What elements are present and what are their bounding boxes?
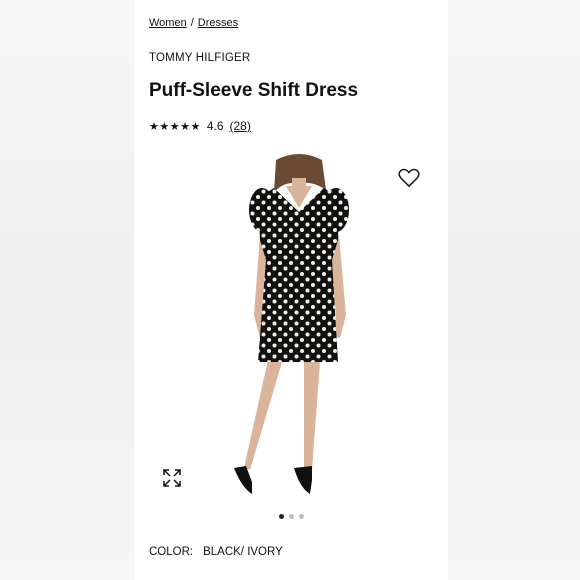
carousel-dot-1[interactable] (278, 514, 284, 519)
breadcrumb: Women / Dresses (149, 17, 238, 29)
expand-icon[interactable] (162, 468, 182, 488)
brand-name[interactable]: TOMMY HILFIGER (149, 52, 250, 64)
review-count-link[interactable]: (28) (230, 119, 251, 133)
left-background (0, 0, 134, 580)
heart-icon[interactable] (398, 168, 420, 188)
carousel-indicators (134, 514, 448, 519)
product-image (234, 154, 349, 494)
product-rating: ★★★★★ 4.6 (28) (149, 119, 251, 133)
color-value: BLACK/ IVORY (203, 546, 283, 558)
right-background (448, 0, 580, 580)
breadcrumb-link-women[interactable]: Women (149, 17, 187, 29)
carousel-dot-2[interactable] (288, 514, 294, 519)
star-rating-icon: ★★★★★ (149, 120, 201, 133)
product-page: Women / Dresses TOMMY HILFIGER Puff-Slee… (134, 0, 448, 580)
rating-value: 4.6 (206, 119, 224, 133)
product-image-carousel[interactable] (134, 150, 448, 510)
breadcrumb-separator: / (190, 17, 194, 29)
color-label: COLOR: (149, 546, 194, 558)
product-title: Puff-Sleeve Shift Dress (149, 80, 359, 101)
breadcrumb-link-dresses[interactable]: Dresses (198, 17, 238, 29)
carousel-dot-3[interactable] (298, 514, 304, 519)
color-selection: COLOR: BLACK/ IVORY (149, 546, 283, 558)
